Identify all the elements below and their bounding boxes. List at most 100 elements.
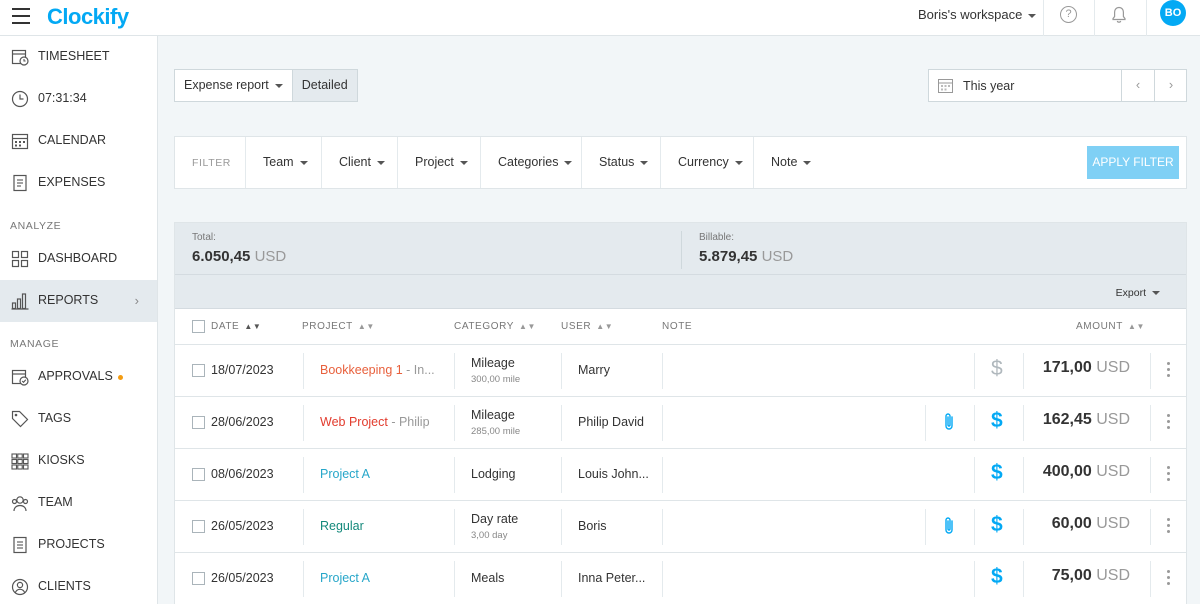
top-bar: Clockify Boris's workspace ? BO xyxy=(0,0,1200,36)
billable-dollar-icon[interactable]: $ xyxy=(991,357,1003,381)
row-checkbox[interactable] xyxy=(192,572,205,585)
table-row[interactable]: 28/06/2023 Web Project - Philip Mileage 285… xyxy=(175,397,1186,449)
column-date[interactable]: DATE ▲▼ xyxy=(211,321,261,332)
row-checkbox[interactable] xyxy=(192,468,205,481)
apply-filter-button[interactable]: APPLY FILTER xyxy=(1087,146,1179,179)
export-button[interactable]: Export xyxy=(1116,287,1160,299)
filter-project[interactable]: Project xyxy=(397,137,480,188)
app-logo[interactable]: Clockify xyxy=(47,4,129,30)
chevron-down-icon xyxy=(734,160,743,165)
more-options-icon[interactable] xyxy=(1167,466,1171,484)
sidebar-item-label: TIMESHEET xyxy=(38,49,110,63)
column-category[interactable]: CATEGORY ▲▼ xyxy=(454,321,536,332)
sidebar-item-kiosks[interactable]: KIOSKS xyxy=(0,440,157,482)
row-checkbox[interactable] xyxy=(192,520,205,533)
divider xyxy=(454,509,455,545)
row-project[interactable]: Bookkeeping 1 - In... xyxy=(320,363,435,377)
filter-note[interactable]: Note xyxy=(753,137,823,188)
more-options-icon[interactable] xyxy=(1167,362,1171,380)
export-label: Export xyxy=(1115,287,1146,299)
project-client: - Philip xyxy=(387,415,430,429)
sidebar-item-timesheet[interactable]: TIMESHEET xyxy=(0,36,157,78)
filter-client[interactable]: Client xyxy=(321,137,397,188)
row-project[interactable]: Project A xyxy=(320,571,370,585)
amount-value: 400,00 xyxy=(1042,463,1092,480)
column-label: AMOUNT xyxy=(1076,321,1123,332)
divider xyxy=(925,405,926,441)
billable-dollar-icon[interactable]: $ xyxy=(991,513,1003,537)
next-period-button[interactable]: › xyxy=(1154,70,1187,101)
chevron-down-icon xyxy=(274,83,283,88)
bell-icon[interactable] xyxy=(1111,6,1127,24)
amount-value: 60,00 xyxy=(1051,515,1092,532)
menu-icon[interactable] xyxy=(12,8,30,24)
divider xyxy=(662,509,663,545)
filter-item-label: Currency xyxy=(678,155,729,169)
row-checkbox[interactable] xyxy=(192,416,205,429)
divider xyxy=(1150,353,1151,389)
row-project[interactable]: Web Project - Philip xyxy=(320,415,430,429)
chevron-down-icon xyxy=(299,160,308,165)
table-row[interactable]: 26/05/2023 Project A Meals Inna Peter... $75… xyxy=(175,553,1186,604)
billable-summary: Billable: 5.879,45 USD xyxy=(699,232,793,265)
sidebar-item-label: KIOSKS xyxy=(38,453,85,467)
chevron-right-icon: › xyxy=(134,293,139,308)
row-project[interactable]: Regular xyxy=(320,519,364,533)
prev-period-button[interactable]: ‹ xyxy=(1121,70,1154,101)
sidebar-item-label: TEAM xyxy=(38,495,73,509)
billable-dollar-icon[interactable]: $ xyxy=(991,565,1003,589)
sidebar-item-tags[interactable]: TAGS xyxy=(0,398,157,440)
sidebar-item-approvals[interactable]: APPROVALS xyxy=(0,356,157,398)
row-date: 26/05/2023 xyxy=(211,571,274,585)
project-name: Bookkeeping 1 xyxy=(320,363,403,377)
avatar[interactable]: BO xyxy=(1160,0,1186,26)
filter-status[interactable]: Status xyxy=(581,137,660,188)
column-user[interactable]: USER ▲▼ xyxy=(561,321,613,332)
row-category: Mileage xyxy=(471,356,515,370)
table-row[interactable]: 08/06/2023 Project A Lodging Louis John... $… xyxy=(175,449,1186,501)
sidebar-item-reports[interactable]: REPORTS › xyxy=(0,280,157,322)
kiosk-icon xyxy=(11,453,29,470)
filter-team[interactable]: Team xyxy=(245,137,321,188)
billable-dollar-icon[interactable]: $ xyxy=(991,461,1003,485)
sidebar-item-projects[interactable]: PROJECTS xyxy=(0,524,157,566)
attachment-icon[interactable] xyxy=(942,412,956,432)
help-icon[interactable]: ? xyxy=(1060,6,1077,23)
filter-categories[interactable]: Categories xyxy=(480,137,581,188)
more-options-icon[interactable] xyxy=(1167,414,1171,432)
attachment-icon[interactable] xyxy=(942,516,956,536)
row-amount: 171,00 USD xyxy=(1043,359,1130,377)
sidebar-item-calendar[interactable]: CALENDAR xyxy=(0,120,157,162)
sidebar-item-team[interactable]: TEAM xyxy=(0,482,157,524)
column-label: CATEGORY xyxy=(454,321,514,332)
more-options-icon[interactable] xyxy=(1167,570,1171,588)
row-date: 28/06/2023 xyxy=(211,415,274,429)
date-range-label[interactable]: This year xyxy=(963,79,1014,93)
row-checkbox[interactable] xyxy=(192,364,205,377)
table-row[interactable]: 18/07/2023 Bookkeeping 1 - In... Mileage 30… xyxy=(175,345,1186,397)
divider xyxy=(662,405,663,441)
sidebar-item-dashboard[interactable]: DASHBOARD xyxy=(0,238,157,280)
amount-value: 162,45 xyxy=(1042,411,1092,428)
divider xyxy=(974,405,975,441)
expense-report-dropdown[interactable]: Expense report xyxy=(175,70,292,101)
detailed-tab[interactable]: Detailed xyxy=(291,70,357,101)
chevron-down-icon xyxy=(376,160,385,165)
project-name: Project A xyxy=(320,571,371,585)
sidebar-item-expenses[interactable]: EXPENSES xyxy=(0,162,157,204)
row-category: Lodging xyxy=(471,467,516,481)
divider xyxy=(561,561,562,597)
billable-dollar-icon[interactable]: $ xyxy=(991,409,1003,433)
select-all-checkbox[interactable] xyxy=(192,320,205,333)
sidebar-item-timer[interactable]: 07:31:34 xyxy=(0,78,157,120)
sidebar-item-clients[interactable]: CLIENTS xyxy=(0,566,157,604)
row-project[interactable]: Project A xyxy=(320,467,370,481)
column-project[interactable]: PROJECT ▲▼ xyxy=(302,321,375,332)
sidebar-item-label: TAGS xyxy=(38,411,72,425)
more-options-icon[interactable] xyxy=(1167,518,1171,536)
table-row[interactable]: 26/05/2023 Regular Day rate 3,00 day Boris $6… xyxy=(175,501,1186,553)
filter-currency[interactable]: Currency xyxy=(660,137,753,188)
column-amount[interactable]: AMOUNT ▲▼ xyxy=(1076,321,1145,332)
row-category: Day rate xyxy=(471,512,519,526)
workspace-selector[interactable]: Boris's workspace xyxy=(918,7,1037,22)
